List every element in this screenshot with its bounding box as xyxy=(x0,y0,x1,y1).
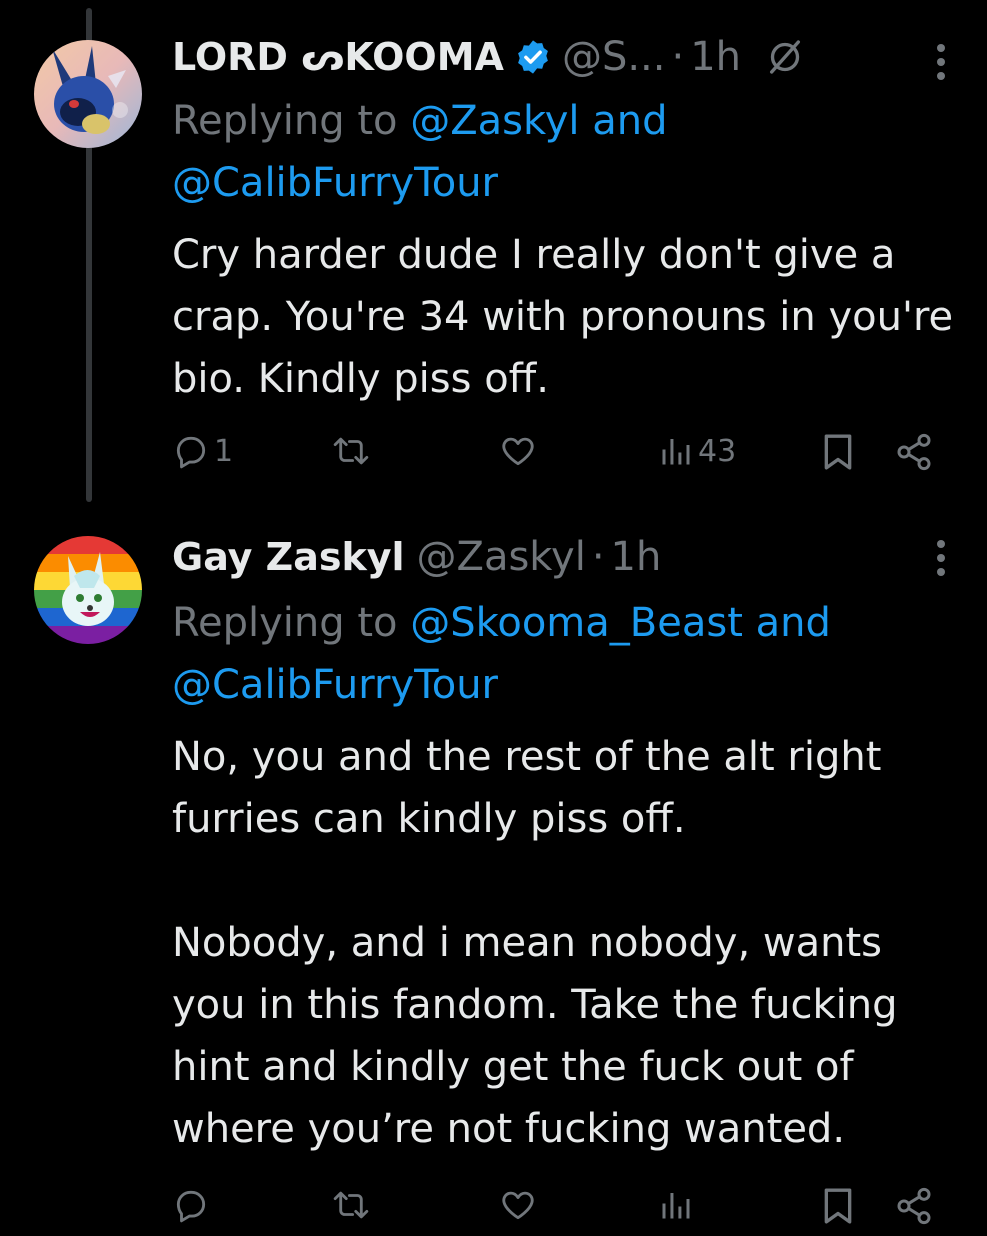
more-options-icon[interactable] xyxy=(935,42,947,82)
analytics-icon xyxy=(662,439,690,465)
bookmark-button[interactable] xyxy=(820,432,856,472)
mention-link[interactable]: @Zaskyl xyxy=(410,98,579,144)
heart-icon xyxy=(502,437,534,466)
reply-button[interactable]: 1 xyxy=(172,432,233,470)
like-button[interactable] xyxy=(498,1186,538,1224)
share-icon xyxy=(897,1187,931,1225)
tweet-header: Gay Zaskyl @Zaskyl · 1h xyxy=(172,534,661,580)
bookmark-icon xyxy=(824,434,852,470)
retweet-icon xyxy=(333,437,369,465)
tweet-text: Cry harder dude I really don't give a cr… xyxy=(172,232,966,402)
replying-to: Replying to @Zaskyl and @CalibFurryTour xyxy=(172,90,952,214)
analytics-icon xyxy=(662,1193,690,1219)
replying-prefix: Replying to xyxy=(172,600,398,646)
separator-dot: · xyxy=(671,34,685,80)
bookmark-icon xyxy=(824,1188,852,1224)
tweet-header: LORD ᔕKOOMA @S... · 1h xyxy=(172,34,805,80)
retweet-button[interactable] xyxy=(330,432,376,470)
edited-icon[interactable] xyxy=(765,37,805,77)
share-icon xyxy=(897,433,931,471)
separator-dot: · xyxy=(591,534,605,580)
reply-icon xyxy=(176,1190,206,1223)
mention-link[interactable]: @CalibFurryTour xyxy=(172,662,498,708)
views-button[interactable] xyxy=(658,1186,694,1224)
reply-count: 1 xyxy=(214,433,234,469)
replying-prefix: Replying to xyxy=(172,98,398,144)
mention-link[interactable]: @CalibFurryTour xyxy=(172,160,498,206)
replying-and[interactable]: and xyxy=(756,600,831,646)
reply-icon xyxy=(176,436,206,469)
retweet-icon xyxy=(333,1191,369,1219)
retweet-button[interactable] xyxy=(330,1186,372,1224)
verified-badge-icon xyxy=(514,38,552,76)
timestamp[interactable]: 1h xyxy=(690,34,741,80)
view-count: 43 xyxy=(698,433,737,469)
display-name[interactable]: LORD ᔕKOOMA xyxy=(172,35,504,79)
user-handle[interactable]: @Zaskyl xyxy=(417,534,586,580)
tweet-text: No, you and the rest of the alt right fu… xyxy=(172,734,898,1152)
share-button[interactable] xyxy=(894,1186,934,1226)
bookmark-button[interactable] xyxy=(820,1186,856,1226)
tweet-actions: 1 43 xyxy=(172,432,952,482)
tweet-actions xyxy=(172,1186,952,1236)
share-button[interactable] xyxy=(894,432,934,472)
replying-to: Replying to @Skooma_Beast and @CalibFurr… xyxy=(172,592,952,716)
reply-button[interactable] xyxy=(172,1186,210,1224)
user-handle[interactable]: @S... xyxy=(562,34,666,80)
mention-link[interactable]: @Skooma_Beast xyxy=(410,600,743,646)
avatar[interactable] xyxy=(34,536,142,644)
avatar-lucario-image xyxy=(34,40,142,148)
views-button[interactable]: 43 xyxy=(658,432,736,470)
display-name[interactable]: Gay Zaskyl xyxy=(172,535,405,579)
like-button[interactable] xyxy=(498,432,542,470)
heart-icon xyxy=(502,1191,534,1220)
replying-and[interactable]: and xyxy=(592,98,667,144)
avatar[interactable] xyxy=(34,40,142,148)
timestamp[interactable]: 1h xyxy=(611,534,662,580)
more-options-icon[interactable] xyxy=(935,538,947,578)
avatar-rainbow-fox-image xyxy=(34,536,142,644)
